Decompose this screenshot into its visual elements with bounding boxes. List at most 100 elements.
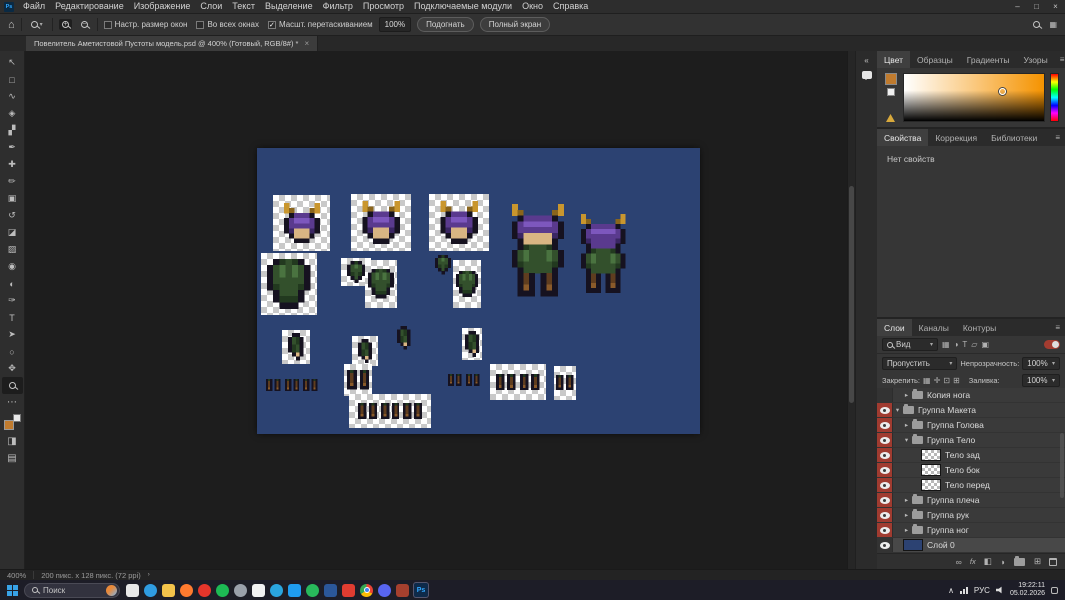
type-tool[interactable]: T (2, 309, 23, 326)
layer-filter-select[interactable]: Вид ▾ (882, 338, 938, 351)
menu-item-10[interactable]: Справка (548, 0, 593, 13)
filter-pixel-layers-icon[interactable]: ▦ (942, 340, 950, 349)
quick-selection-tool[interactable]: ◈ (2, 105, 23, 122)
document-tab[interactable]: Повелитель Аметистовой Пустоты модель.ps… (26, 36, 318, 51)
language-indicator[interactable]: РУС (974, 586, 990, 595)
color-tab-2[interactable]: Градиенты (960, 51, 1017, 68)
hidden-icons-chevron[interactable]: ∧ (948, 586, 954, 595)
layer-expand-arrow[interactable]: ▸ (902, 511, 911, 519)
layer-visibility-4[interactable] (877, 448, 893, 462)
window-close-button[interactable]: × (1046, 0, 1065, 13)
start-button[interactable] (7, 585, 18, 596)
option-checkbox-1[interactable]: Во всех окнах (196, 20, 258, 29)
taskbar-search[interactable]: Поиск (24, 583, 120, 598)
app-chrome-browser[interactable] (360, 584, 373, 597)
menu-item-0[interactable]: Файл (18, 0, 50, 13)
lock-position-icon[interactable]: ⊡ (943, 376, 950, 385)
clone-stamp-tool[interactable]: ▣ (2, 190, 23, 207)
fullscreen-button[interactable]: Полный экран (480, 17, 550, 32)
layer-effects-icon[interactable]: fx (970, 557, 976, 566)
foreground-color-swatch[interactable] (4, 420, 14, 430)
app-telegram[interactable] (270, 584, 283, 597)
layers-panel-menu-icon[interactable]: ≡ (1050, 319, 1065, 336)
app-discord[interactable] (378, 584, 391, 597)
app-media-player[interactable] (252, 584, 265, 597)
lasso-tool[interactable]: ∿ (2, 88, 23, 105)
more-tools-button[interactable]: ⋯ (2, 394, 23, 411)
app-photoshop[interactable]: Ps (414, 583, 428, 597)
background-swatch[interactable] (887, 88, 895, 96)
scrollbar-thumb[interactable] (849, 186, 854, 404)
home-button[interactable]: ⌂ (8, 19, 15, 31)
status-options-icon[interactable]: › (148, 572, 150, 578)
gradient-tool[interactable]: ▨ (2, 241, 23, 258)
app-spotify[interactable] (216, 584, 229, 597)
screen-mode-button[interactable]: ▤ (2, 450, 23, 467)
taskbar-clock[interactable]: 19:22:11 05.02.2026 (1010, 582, 1045, 598)
layers-tab-0[interactable]: Слои (877, 319, 912, 336)
layer-expand-arrow[interactable]: ▸ (902, 526, 911, 534)
hue-slider[interactable] (1050, 73, 1059, 122)
comments-icon[interactable] (862, 71, 872, 79)
app-notepad[interactable] (126, 584, 139, 597)
canvas-document[interactable] (257, 148, 700, 434)
color-tab-0[interactable]: Цвет (877, 51, 910, 68)
menu-item-8[interactable]: Подключаемые модули (409, 0, 517, 13)
layer-expand-arrow[interactable]: ▸ (902, 496, 911, 504)
network-icon[interactable] (960, 587, 968, 594)
blur-tool[interactable]: ◉ (2, 258, 23, 275)
layers-tab-2[interactable]: Контуры (956, 319, 1003, 336)
move-tool[interactable]: ↖ (2, 54, 23, 71)
eraser-tool[interactable]: ◪ (2, 224, 23, 241)
brush-tool[interactable]: ✏ (2, 173, 23, 190)
filter-smart-object-icon[interactable]: ▣ (981, 340, 989, 349)
app-opera-browser[interactable] (198, 584, 211, 597)
adjustment-layer-icon[interactable]: ◑ (1000, 557, 1005, 567)
layer-visibility-5[interactable] (877, 463, 893, 477)
layer-row-4[interactable]: Тело зад (877, 448, 1065, 463)
layer-row-2[interactable]: ▸Группа Голова (877, 418, 1065, 433)
zoom-percent-field[interactable]: 100% (379, 17, 411, 32)
properties-panel-menu-icon[interactable]: ≡ (1050, 129, 1065, 146)
layer-row-9[interactable]: ▸Группа ног (877, 523, 1065, 538)
app-youtube[interactable] (342, 584, 355, 597)
menu-item-1[interactable]: Редактирование (50, 0, 129, 13)
app-word[interactable] (324, 584, 337, 597)
pen-tool[interactable]: ✑ (2, 292, 23, 309)
menu-item-7[interactable]: Просмотр (358, 0, 409, 13)
layer-visibility-3[interactable] (877, 433, 893, 447)
app-firefox-browser[interactable] (180, 584, 193, 597)
layer-row-10[interactable]: Слой 0 (877, 538, 1065, 553)
add-mask-icon[interactable]: ◧ (984, 556, 992, 567)
menu-item-9[interactable]: Окно (517, 0, 548, 13)
workspace-switcher-icon[interactable]: ▦ (1049, 20, 1057, 29)
properties-tab-2[interactable]: Библиотеки (984, 129, 1044, 146)
layer-expand-arrow[interactable]: ▾ (902, 436, 911, 444)
canvas-area[interactable] (25, 51, 855, 569)
fill-select[interactable]: 100% ▾ (1022, 374, 1060, 387)
new-layer-icon[interactable]: ⊞ (1034, 556, 1041, 567)
layer-row-7[interactable]: ▸Группа плеча (877, 493, 1065, 508)
delete-layer-icon[interactable] (1049, 558, 1057, 566)
blend-mode-select[interactable]: Пропустить ▾ (882, 357, 957, 370)
window-minimize-button[interactable]: – (1008, 0, 1027, 13)
link-layers-icon[interactable]: ∞ (956, 557, 962, 567)
layer-visibility-1[interactable] (877, 403, 893, 417)
volume-icon[interactable] (996, 586, 1004, 594)
app-steam[interactable] (234, 584, 247, 597)
background-color-swatch[interactable] (13, 414, 21, 422)
color-picker-field[interactable] (903, 73, 1045, 122)
layer-visibility-0[interactable] (877, 388, 893, 402)
crop-tool[interactable]: ▞ (2, 122, 23, 139)
layer-row-6[interactable]: Тело перед (877, 478, 1065, 493)
layer-row-8[interactable]: ▸Группа рук (877, 508, 1065, 523)
lock-pixels-icon[interactable]: ✛ (934, 376, 941, 385)
layer-visibility-6[interactable] (877, 478, 893, 492)
lock-transparency-icon[interactable]: ▦ (923, 376, 931, 385)
new-group-icon[interactable] (1014, 558, 1025, 566)
filter-shape-icon[interactable]: ▱ (971, 340, 977, 349)
app-edge-browser[interactable] (144, 584, 157, 597)
layer-row-0[interactable]: ▸Копия нога (877, 388, 1065, 403)
filter-type-icon[interactable]: T (962, 340, 967, 349)
hand-tool[interactable]: ✥ (2, 360, 23, 377)
